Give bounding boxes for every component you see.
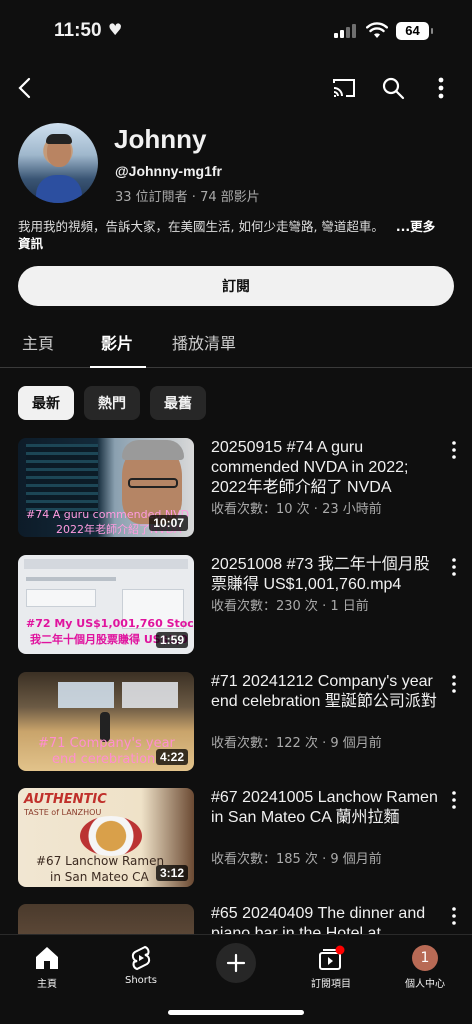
create-button[interactable]: [216, 943, 256, 983]
create-icon: [226, 953, 246, 973]
home-indicator: [168, 1010, 304, 1015]
channel-avatar[interactable]: [18, 123, 98, 203]
channel-name: Johnny: [114, 124, 207, 154]
account-avatar: 1: [412, 945, 438, 971]
video-thumbnail[interactable]: #71 Company's year end cerebration 4:22: [18, 672, 194, 771]
video-item[interactable]: #72 My US$1,001,760 Stock 我二年十個月股票賺得 US$…: [0, 555, 472, 663]
thumbnail-sign-text: TASTE of LANZHOU: [24, 808, 102, 817]
video-meta: 收看次數：10 次 · 23 小時前: [211, 502, 382, 517]
status-bar: 11:50 ♥ 64: [0, 0, 472, 62]
thumbnail-overlay-text: #67 Lanchow Ramen: [36, 854, 165, 868]
back-button[interactable]: [8, 70, 44, 106]
video-item[interactable]: #71 Company's year end cerebration 4:22 …: [0, 672, 472, 780]
channel-tabs: 主頁 影片 播放清單: [0, 322, 472, 368]
video-menu-icon[interactable]: [446, 906, 462, 926]
tab-videos[interactable]: 影片: [101, 330, 133, 354]
cellular-signal-icon: [334, 24, 358, 38]
thumbnail-overlay-text: end cerebration: [52, 752, 156, 767]
video-meta: 收看次數：122 次 · 9 個月前: [211, 736, 382, 751]
video-title[interactable]: 20251008 #73 我二年十個月股票賺得 US$1,001,760.mp4: [211, 555, 439, 595]
video-title[interactable]: #71 20241212 Company's year end celebrat…: [211, 672, 439, 712]
video-meta: 收看次數：230 次 · 1 日前: [211, 599, 369, 614]
video-thumbnail[interactable]: #74 A guru commended NVD 2022年老師介紹了NVDA …: [18, 438, 194, 537]
tab-playlists[interactable]: 播放清單: [172, 330, 236, 354]
nav-subscriptions[interactable]: 訂閱項目: [291, 941, 371, 991]
video-item[interactable]: AUTHENTIC TASTE of LANZHOU #67 Lanchow R…: [0, 788, 472, 896]
nav-account[interactable]: 1 個人中心: [385, 941, 465, 991]
subscribe-button[interactable]: 訂閱: [18, 266, 454, 306]
more-info-link-2[interactable]: 資訊: [18, 236, 43, 251]
more-info-link[interactable]: ...更多: [396, 219, 435, 234]
video-menu-icon[interactable]: [446, 557, 462, 577]
status-time: 11:50: [54, 20, 102, 41]
video-menu-icon[interactable]: [446, 674, 462, 694]
description-text: 我用我的視頻，告訴大家，在美國生活, 如何少走彎路, 彎道超車。: [18, 219, 384, 234]
nav-home[interactable]: 主頁: [7, 941, 87, 991]
video-duration: 4:22: [155, 749, 188, 765]
video-menu-icon[interactable]: [446, 440, 462, 460]
heart-icon: ♥: [108, 20, 123, 39]
nav-label: 訂閱項目: [311, 979, 351, 990]
video-thumbnail[interactable]: AUTHENTIC TASTE of LANZHOU #67 Lanchow R…: [18, 788, 194, 887]
video-duration: 3:12: [155, 865, 188, 881]
more-vertical-icon: [438, 77, 444, 99]
chip-oldest[interactable]: 最舊: [150, 386, 206, 420]
channel-stats: 33 位訂閱者 · 74 部影片: [115, 190, 260, 205]
video-meta: 收看次數：185 次 · 9 個月前: [211, 852, 382, 867]
thumbnail-overlay-text: #71 Company's year: [38, 736, 175, 751]
thumbnail-sign-text: AUTHENTIC: [24, 792, 107, 807]
wifi-icon: [366, 22, 388, 38]
shorts-icon: [131, 945, 151, 971]
battery-icon: 64: [396, 22, 433, 40]
search-button[interactable]: [375, 70, 411, 106]
chip-latest[interactable]: 最新: [18, 386, 74, 420]
thumbnail-overlay-text: #72 My US$1,001,760 Stock: [26, 617, 194, 630]
cast-icon: [333, 79, 355, 97]
home-icon: [36, 947, 58, 969]
channel-description[interactable]: 我用我的視頻，告訴大家，在美國生活, 如何少走彎路, 彎道超車。 ...更多 資…: [18, 218, 458, 252]
video-title[interactable]: #67 20241005 Lanchow Ramen in San Mateo …: [211, 788, 439, 828]
more-options-button[interactable]: [423, 70, 459, 106]
nav-label: 個人中心: [405, 979, 445, 990]
thumbnail-overlay-text: in San Mateo CA: [50, 870, 149, 884]
video-duration: 10:07: [149, 515, 188, 531]
search-icon: [382, 77, 405, 100]
nav-label: Shorts: [124, 975, 158, 986]
subscriptions-icon: [319, 945, 345, 970]
active-tab-indicator: [90, 366, 146, 368]
cast-button[interactable]: [326, 70, 362, 106]
video-item[interactable]: #74 A guru commended NVD 2022年老師介紹了NVDA …: [0, 438, 472, 546]
video-menu-icon[interactable]: [446, 790, 462, 810]
nav-shorts[interactable]: Shorts: [101, 941, 181, 991]
top-bar: [0, 66, 472, 112]
video-title[interactable]: 20250915 #74 A guru commended NVDA in 20…: [211, 438, 439, 498]
video-duration: 1:59: [155, 632, 188, 648]
video-thumbnail[interactable]: #72 My US$1,001,760 Stock 我二年十個月股票賺得 US$…: [18, 555, 194, 654]
back-arrow-icon: [18, 77, 31, 99]
nav-label: 主頁: [37, 979, 57, 990]
chip-popular[interactable]: 熱門: [84, 386, 140, 420]
channel-handle: @Johnny-mg1fr: [115, 163, 222, 179]
tab-home[interactable]: 主頁: [22, 330, 54, 354]
